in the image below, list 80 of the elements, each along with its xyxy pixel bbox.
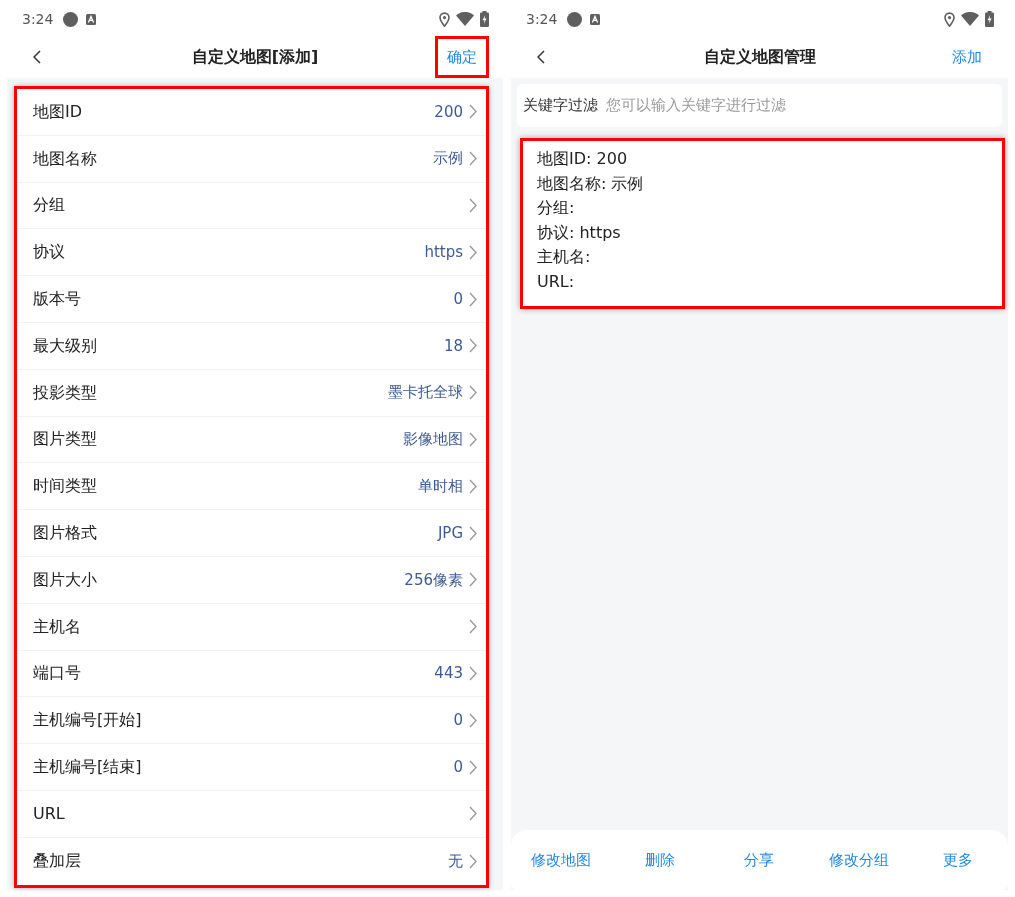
field-label: 图片类型 [33, 428, 97, 451]
field-label: 主机名 [33, 615, 81, 638]
field-label: 分组 [33, 194, 65, 217]
field-value[interactable]: https [424, 241, 463, 264]
battery-charging-icon [480, 11, 489, 27]
filter-field[interactable]: 关键字过滤 您可以输入关键字进行过滤 [517, 84, 1002, 127]
chevron-right-icon[interactable] [469, 525, 477, 541]
field-label: 协议 [33, 241, 65, 264]
field-label: 端口号 [33, 662, 81, 685]
location-icon [439, 11, 450, 27]
chevron-right-icon[interactable] [469, 291, 477, 307]
field-value[interactable]: 示例 [433, 147, 463, 170]
field-label: 主机编号[结束] [33, 756, 142, 779]
highlighted-header-button[interactable]: 确定 [435, 36, 489, 78]
field-value[interactable]: 0 [453, 755, 463, 779]
action-button[interactable]: 修改地图 [528, 844, 593, 876]
field-label: 图片大小 [33, 568, 97, 591]
chevron-right-icon[interactable] [469, 619, 477, 635]
field-label: 时间类型 [33, 475, 97, 498]
wifi-icon [961, 12, 979, 26]
map-detail-text: 协议: https [537, 221, 622, 244]
status-dot-icon [63, 11, 79, 27]
back-icon[interactable] [33, 50, 41, 64]
field-value[interactable]: 0 [453, 709, 463, 732]
action-button[interactable]: 分享 [742, 844, 777, 876]
notification-icon [86, 13, 97, 25]
notification-icon [590, 13, 601, 25]
field-value[interactable]: JPG [437, 521, 463, 545]
map-detail-text: 主机名: [537, 246, 592, 268]
map-detail-text: 地图名称: 示例 [537, 172, 645, 195]
field-value[interactable]: 200 [434, 100, 463, 124]
filter-label: 关键字过滤 [523, 95, 598, 117]
field-label: 地图名称 [33, 147, 97, 170]
status-dot-icon [567, 11, 583, 27]
chevron-right-icon[interactable] [469, 806, 477, 822]
field-label: 叠加层 [33, 850, 81, 873]
location-icon [944, 11, 955, 27]
wifi-icon [456, 12, 474, 26]
page-title: 自定义地图管理 [703, 46, 816, 68]
field-value[interactable]: 443 [434, 662, 463, 685]
chevron-right-icon[interactable] [469, 853, 477, 869]
field-label: 最大级别 [33, 334, 97, 357]
action-button[interactable]: 更多 [941, 844, 976, 876]
field-label: URL [33, 802, 65, 825]
chevron-right-icon[interactable] [469, 712, 477, 728]
map-detail-text: URL: [537, 270, 576, 293]
field-value[interactable]: 0 [453, 287, 463, 311]
chevron-right-icon[interactable] [469, 665, 477, 681]
chevron-right-icon[interactable] [469, 759, 477, 775]
field-label: 图片格式 [33, 522, 97, 545]
field-value[interactable]: 单时相 [418, 475, 463, 498]
map-detail-text: 地图ID: 200 [537, 148, 629, 170]
chevron-right-icon[interactable] [469, 478, 477, 494]
map-detail-text: 分组: [537, 197, 576, 219]
status-time: 3:24 [22, 9, 54, 29]
chevron-right-icon[interactable] [469, 151, 477, 167]
field-label: 版本号 [33, 288, 81, 311]
highlighted-map-card[interactable]: 地图ID: 200 地图名称: 示例 分组: 协议: https 主机名: URL: [520, 138, 1005, 309]
chevron-right-icon[interactable] [469, 572, 477, 588]
field-value[interactable]: 18 [443, 334, 463, 358]
field-value[interactable]: 无 [448, 849, 463, 873]
status-time: 3:24 [526, 9, 558, 29]
field-label: 地图ID [33, 100, 83, 123]
field-label: 主机编号[开始] [33, 709, 142, 732]
filter-input[interactable]: 您可以输入关键字进行过滤 [606, 94, 996, 117]
action-button[interactable]: 删除 [643, 844, 678, 876]
field-value[interactable]: 墨卡托全球 [388, 381, 463, 404]
battery-charging-icon [985, 11, 994, 27]
field-value[interactable]: 影像地图 [403, 428, 463, 451]
chevron-right-icon[interactable] [469, 104, 477, 120]
chevron-right-icon[interactable] [469, 244, 477, 260]
chevron-right-icon[interactable] [469, 385, 477, 401]
chevron-right-icon[interactable] [469, 338, 477, 354]
chevron-right-icon[interactable] [469, 431, 477, 447]
field-label: 投影类型 [33, 381, 97, 404]
action-button[interactable]: 修改分组 [826, 844, 891, 876]
chevron-right-icon[interactable] [469, 198, 477, 213]
page-title: 自定义地图[添加] [191, 46, 319, 68]
back-icon[interactable] [537, 50, 545, 64]
field-value[interactable]: 256像素 [404, 568, 463, 592]
